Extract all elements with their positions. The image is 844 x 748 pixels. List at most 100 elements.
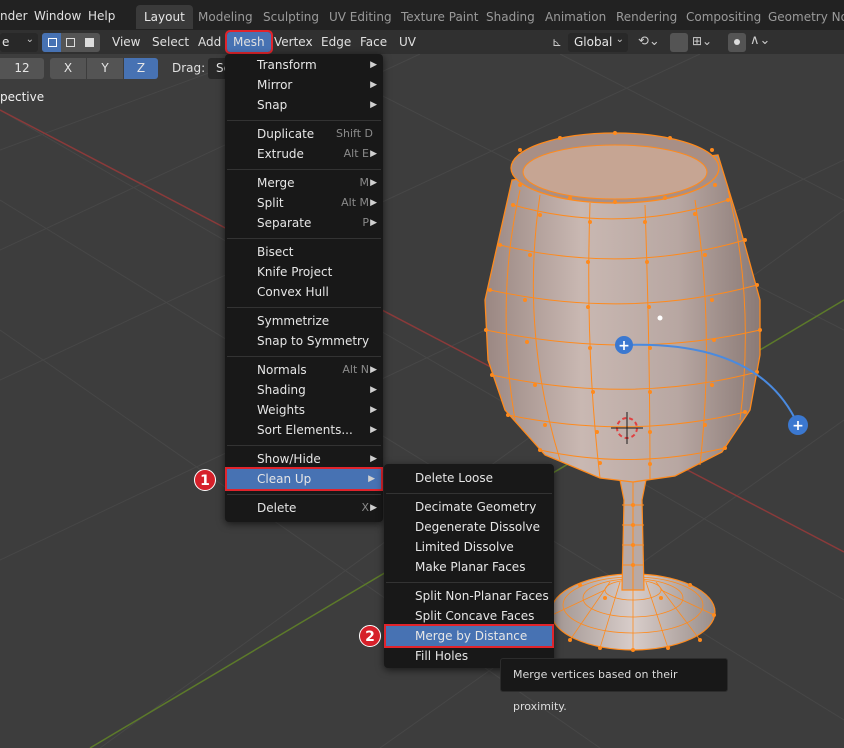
menu-item-shortcut: X [361,501,369,514]
menu-item-snap[interactable]: Snap ▶ [225,95,383,115]
mode-select[interactable]: e ⌄ [0,33,38,52]
mesh-menu: Transform ▶ Mirror ▶ Snap ▶ Duplicate Shift … [225,54,383,522]
menu-item-shading[interactable]: Shading ▶ [225,380,383,400]
axis-y-toggle[interactable]: Y [87,58,123,79]
menu-item-separate[interactable]: Separate P ▶ [225,213,383,233]
menu-face[interactable]: Face [354,30,393,54]
tab-sculpting[interactable]: Sculpting [255,5,327,29]
viewport-header: e ⌄ View Select Add Mesh Vertex Edge Fac… [0,30,844,54]
menu-item-label: Normals [257,363,307,377]
pivot-point-icon[interactable]: ⟲⌄ [638,34,660,49]
snap-target-icon[interactable]: ⊞⌄ [692,34,712,48]
menu-item-bisect[interactable]: Bisect [225,242,383,262]
menu-edge[interactable]: Edge [315,30,357,54]
menu-item-label: Delete Loose [415,471,494,485]
submenu-arrow-icon: ▶ [370,454,377,464]
menu-item-label: Extrude [257,147,304,161]
submenu-arrow-icon: ▶ [370,178,377,188]
submenu-arrow-icon: ▶ [370,425,377,435]
menu-item-shortcut: P [362,216,369,229]
menu-item-normals[interactable]: Normals Alt N ▶ [225,360,383,380]
menu-item-weights[interactable]: Weights ▶ [225,400,383,420]
menu-item-shortcut: Alt E [343,147,369,160]
tab-uv-editing[interactable]: UV Editing [321,5,400,29]
menu-mesh[interactable]: Mesh [225,30,273,54]
falloff-icon[interactable]: ∧⌄ [750,33,770,48]
proportional-dot-icon [734,39,740,45]
tab-geometry-nodes[interactable]: Geometry Node [760,5,844,29]
menu-item-label: Sort Elements... [257,423,353,437]
glass-bowl [484,154,761,483]
tab-texture-paint[interactable]: Texture Paint [393,5,486,29]
select-mode-group [42,33,100,52]
menu-item-transform[interactable]: Transform ▶ [225,55,383,75]
menu-item-split-concave-faces[interactable]: Split Concave Faces [384,606,554,626]
menu-item-split[interactable]: Split Alt M ▶ [225,193,383,213]
menu-item-merge-by-distance[interactable]: Merge by Distance [384,624,554,648]
mode-select-value: e [2,35,10,49]
menu-add[interactable]: Add [192,30,227,54]
menu-item-shortcut: Alt M [341,196,369,209]
menu-separator [227,238,381,239]
menu-item-delete-loose[interactable]: Delete Loose [384,468,554,488]
menu-item-label: Snap [257,98,288,112]
menu-item-snap-to-symmetry[interactable]: Snap to Symmetry [225,331,383,351]
menu-item-knife-project[interactable]: Knife Project [225,262,383,282]
axis-x-label: X [63,61,73,75]
menu-item-label: Delete [257,501,297,515]
menu-item-label: Merge by Distance [415,629,528,643]
menu-item-degenerate-dissolve[interactable]: Degenerate Dissolve [384,517,554,537]
transform-orientation-value: Global [574,35,613,49]
menu-uv[interactable]: UV [393,30,422,54]
submenu-arrow-icon: ▶ [370,100,377,110]
menu-view[interactable]: View [106,30,146,54]
tab-rendering[interactable]: Rendering [608,5,685,29]
menu-item-label: Weights [257,403,306,417]
axis-z-toggle[interactable]: Z [124,58,158,79]
menu-separator [386,493,552,494]
submenu-arrow-icon: ▶ [370,405,377,415]
menu-item-mirror[interactable]: Mirror ▶ [225,75,383,95]
menu-item-delete[interactable]: Delete X ▶ [225,498,383,518]
transform-orientation-select[interactable]: Global ⌄ [568,33,628,52]
menu-item-split-non-planar-faces[interactable]: Split Non-Planar Faces [384,586,554,606]
menu-separator [227,120,381,121]
menu-item-merge[interactable]: Merge M ▶ [225,173,383,193]
menu-vertex[interactable]: Vertex [268,30,319,54]
menu-item-limited-dissolve[interactable]: Limited Dissolve [384,537,554,557]
menu-help[interactable]: Help [88,9,115,23]
svg-text:+: + [792,418,804,434]
top-menubar: nder Window Help Layout Modeling Sculpti… [0,0,844,30]
menu-item-sort-elements[interactable]: Sort Elements... ▶ [225,420,383,440]
menu-item-make-planar-faces[interactable]: Make Planar Faces [384,557,554,577]
menu-window[interactable]: Window [34,9,81,23]
value-field[interactable]: 12 [0,58,44,79]
menu-item-duplicate[interactable]: Duplicate Shift D [225,124,383,144]
menu-item-extrude[interactable]: Extrude Alt E ▶ [225,144,383,164]
menu-item-show-hide[interactable]: Show/Hide ▶ [225,449,383,469]
axis-x-toggle[interactable]: X [50,58,86,79]
submenu-arrow-icon: ▶ [368,474,375,484]
menu-select[interactable]: Select [146,30,195,54]
tab-modeling[interactable]: Modeling [190,5,261,29]
tab-shading[interactable]: Shading [478,5,543,29]
snap-toggle-icon[interactable] [670,33,688,52]
active-vertex [657,315,663,321]
menu-item-label: Decimate Geometry [415,500,537,514]
menu-item-decimate-geometry[interactable]: Decimate Geometry [384,497,554,517]
edge-select-icon[interactable] [66,38,75,47]
tab-compositing[interactable]: Compositing [678,5,769,29]
tab-animation[interactable]: Animation [537,5,614,29]
menu-item-label: Fill Holes [415,649,469,663]
face-select-icon[interactable] [85,38,94,47]
menu-separator [227,494,381,495]
menu-item-label: Snap to Symmetry [257,334,370,348]
tab-layout[interactable]: Layout [136,5,193,29]
menu-item-symmetrize[interactable]: Symmetrize [225,311,383,331]
menu-render[interactable]: nder [0,9,28,23]
menu-separator [227,356,381,357]
menu-item-convex-hull[interactable]: Convex Hull [225,282,383,302]
chevron-down-icon: ⌄ [615,34,624,45]
submenu-arrow-icon: ▶ [370,385,377,395]
menu-item-clean-up[interactable]: Clean Up ▶ [225,467,383,491]
